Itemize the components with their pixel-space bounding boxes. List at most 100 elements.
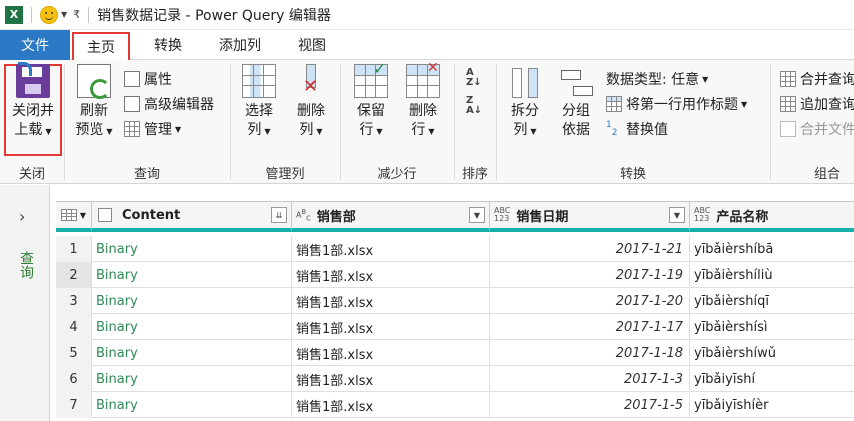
cell-dept[interactable]: 销售1部.xlsx xyxy=(292,288,490,314)
row-number[interactable]: 7 xyxy=(56,392,92,418)
split-column-button[interactable]: 拆分 列 ▼ xyxy=(502,64,548,141)
append-queries-button[interactable]: 追加查询 xyxy=(780,93,854,115)
cell-date[interactable]: 2017-1-17 xyxy=(490,314,690,340)
cell-content[interactable]: Binary xyxy=(92,366,292,392)
queries-pane-label[interactable]: 查询 xyxy=(16,251,36,279)
queries-pane: › 查询 xyxy=(0,185,50,421)
table-row[interactable]: 4 Binary 销售1部.xlsx 2017-1-17 yībǎièrshísì xyxy=(56,314,854,340)
cell-date[interactable]: 2017-1-3 xyxy=(490,366,690,392)
replace-values-icon: 1 2 xyxy=(606,120,618,138)
manage-button[interactable]: 管理 ▼ xyxy=(124,118,181,140)
tab-transform[interactable]: 转换 xyxy=(138,30,198,60)
expand-queries-chevron-icon[interactable]: › xyxy=(19,207,25,226)
remove-rows-icon: ✕ xyxy=(406,60,440,98)
merge-queries-button[interactable]: 合并查询 xyxy=(780,68,854,90)
cell-product[interactable]: yībǎiyīshíèr xyxy=(690,392,854,418)
use-first-row-as-headers-button[interactable]: 将第一行用作标题 ▼ xyxy=(606,93,747,115)
row-number[interactable]: 2 xyxy=(56,262,92,288)
sort-ascending-button[interactable]: A Z↓ xyxy=(464,66,488,94)
cell-content[interactable]: Binary xyxy=(92,392,292,418)
advanced-editor-button[interactable]: 高级编辑器 xyxy=(124,93,214,115)
group-label-query: 查询 xyxy=(133,166,160,182)
quick-access-more-icon[interactable]: ₹ xyxy=(73,8,80,21)
row-number[interactable]: 6 xyxy=(56,366,92,392)
column-header-dept[interactable]: ABC 销售部 ▼ xyxy=(292,202,490,232)
row-number[interactable]: 3 xyxy=(56,288,92,314)
ribbon: 关闭并 上载 ▼ 关闭 刷新 预览 ▼ 属性 高级编辑器 管理 ▼ 查询 选择 列 ▼ … xyxy=(0,60,854,184)
feedback-smiley-icon[interactable] xyxy=(40,5,58,24)
cell-product[interactable]: yībǎièrshísì xyxy=(690,314,854,340)
expand-content-icon[interactable]: ⇊ xyxy=(271,207,287,223)
cell-product[interactable]: yībǎièrshíqī xyxy=(690,288,854,314)
keep-rows-button[interactable]: ✓ 保留 行 ▼ xyxy=(348,61,394,141)
cell-product[interactable]: yībǎièrshíliù xyxy=(690,262,854,288)
cell-dept[interactable]: 销售1部.xlsx xyxy=(292,262,490,288)
filter-dropdown-icon[interactable]: ▼ xyxy=(669,207,685,223)
table-menu-button[interactable]: ▼ xyxy=(56,202,92,232)
cell-dept[interactable]: 销售1部.xlsx xyxy=(292,314,490,340)
group-label-close: 关闭 xyxy=(18,166,45,182)
split-column-icon xyxy=(508,64,542,98)
cell-product[interactable]: yībǎièrshíbā xyxy=(690,236,854,262)
append-queries-icon xyxy=(780,96,796,112)
sort-ascending-icon: A Z↓ xyxy=(466,67,482,88)
choose-columns-button[interactable]: 选择 列 ▼ xyxy=(236,64,282,141)
filter-dropdown-icon[interactable]: ▼ xyxy=(469,207,485,223)
merge-queries-icon xyxy=(780,71,796,87)
remove-columns-icon: ✕ xyxy=(294,64,328,98)
combine-files-icon xyxy=(780,121,796,137)
data-type-dropdown[interactable]: 数据类型: 任意 ▼ xyxy=(606,68,708,90)
title-divider xyxy=(31,6,32,23)
tab-home[interactable]: 主页 xyxy=(72,32,130,60)
table-row[interactable]: 2 Binary 销售1部.xlsx 2017-1-19 yībǎièrshíliù xyxy=(56,262,854,288)
cell-dept[interactable]: 销售1部.xlsx xyxy=(292,340,490,366)
cell-date[interactable]: 2017-1-19 xyxy=(490,262,690,288)
column-header-content[interactable]: Content ⇊ xyxy=(92,202,292,232)
tab-view[interactable]: 视图 xyxy=(284,30,340,60)
cell-content[interactable]: Binary xyxy=(92,288,292,314)
cell-date[interactable]: 2017-1-5 xyxy=(490,392,690,418)
column-header-date[interactable]: ABC 123 销售日期 ▼ xyxy=(490,202,690,232)
cell-product[interactable]: yībǎiyīshí xyxy=(690,366,854,392)
cell-date[interactable]: 2017-1-20 xyxy=(490,288,690,314)
properties-button[interactable]: 属性 xyxy=(124,68,172,90)
tab-add-column[interactable]: 添加列 xyxy=(206,30,274,60)
cell-content[interactable]: Binary xyxy=(92,314,292,340)
row-number[interactable]: 5 xyxy=(56,340,92,366)
group-label-combine: 组合 xyxy=(813,166,840,182)
close-and-load-button[interactable]: 关闭并 上载 ▼ xyxy=(6,62,60,141)
sort-descending-icon: Z A↓ xyxy=(466,95,483,116)
column-header-product[interactable]: ABC 123 产品名称 xyxy=(690,202,854,232)
group-label-manage-columns: 管理列 xyxy=(265,166,305,182)
cell-dept[interactable]: 销售1部.xlsx xyxy=(292,236,490,262)
cell-content[interactable]: Binary xyxy=(92,236,292,262)
group-label-sort: 排序 xyxy=(461,166,488,182)
combine-files-button[interactable]: 合并文件 xyxy=(780,118,854,140)
cell-dept[interactable]: 销售1部.xlsx xyxy=(292,392,490,418)
sort-descending-button[interactable]: Z A↓ xyxy=(464,94,488,122)
remove-rows-button[interactable]: ✕ 删除 行 ▼ xyxy=(400,60,446,141)
tab-file[interactable]: 文件 xyxy=(0,30,70,60)
window-title: 销售数据记录 - Power Query 编辑器 xyxy=(97,7,331,24)
table-row[interactable]: 7 Binary 销售1部.xlsx 2017-1-5 yībǎiyīshíèr xyxy=(56,392,854,418)
replace-values-button[interactable]: 1 2 替换值 xyxy=(606,118,668,140)
title-bar: X ▼ ₹ 销售数据记录 - Power Query 编辑器 xyxy=(0,0,854,30)
remove-columns-button[interactable]: ✕ 删除 列 ▼ xyxy=(288,64,334,141)
cell-content[interactable]: Binary xyxy=(92,340,292,366)
cell-product[interactable]: yībǎièrshíwǔ xyxy=(690,340,854,366)
row-number[interactable]: 4 xyxy=(56,314,92,340)
row-number[interactable]: 1 xyxy=(56,236,92,262)
table-row[interactable]: 1 Binary 销售1部.xlsx 2017-1-21 yībǎièrshíbā xyxy=(56,236,854,262)
cell-date[interactable]: 2017-1-21 xyxy=(490,236,690,262)
table-row[interactable]: 6 Binary 销售1部.xlsx 2017-1-3 yībǎiyīshí xyxy=(56,366,854,392)
table-row[interactable]: 5 Binary 销售1部.xlsx 2017-1-18 yībǎièrshíwǔ xyxy=(56,340,854,366)
cell-content[interactable]: Binary xyxy=(92,262,292,288)
table-row[interactable]: 3 Binary 销售1部.xlsx 2017-1-20 yībǎièrshíqī xyxy=(56,288,854,314)
cell-dept[interactable]: 销售1部.xlsx xyxy=(292,366,490,392)
manage-icon xyxy=(124,121,140,137)
cell-date[interactable]: 2017-1-18 xyxy=(490,340,690,366)
binary-type-icon xyxy=(98,208,112,222)
group-by-button[interactable]: 分组 依据 xyxy=(552,64,600,140)
refresh-preview-button[interactable]: 刷新 预览 ▼ xyxy=(70,64,118,141)
quick-access-dropdown-icon[interactable]: ▼ xyxy=(61,10,67,19)
